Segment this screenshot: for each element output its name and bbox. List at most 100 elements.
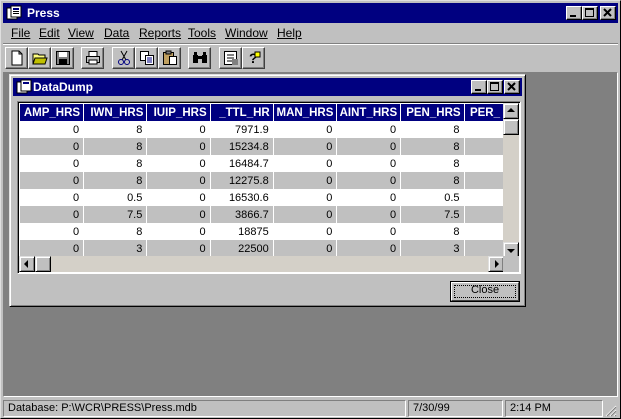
open-button[interactable] xyxy=(28,47,51,69)
title-bar[interactable]: Press xyxy=(3,3,618,23)
menu-view[interactable]: View xyxy=(68,26,94,40)
table-cell[interactable] xyxy=(464,223,503,240)
table-cell[interactable]: 0 xyxy=(146,240,211,257)
help-button[interactable]: ? xyxy=(242,47,265,69)
table-cell[interactable]: 7.5 xyxy=(83,206,147,223)
table-row[interactable]: 0 8 0 16484.7 0 0 8 xyxy=(20,155,504,172)
table-cell[interactable] xyxy=(464,206,504,223)
print-button[interactable] xyxy=(81,47,104,69)
table-cell[interactable]: 18875 xyxy=(210,223,273,240)
table-row[interactable]: 0 8 0 7971.9 0 0 8 xyxy=(20,121,504,138)
table-cell[interactable]: 7971.9 xyxy=(210,121,273,138)
table-cell[interactable]: 0.5 xyxy=(401,189,464,206)
table-row[interactable]: 0 3 0 22500 0 0 3 xyxy=(20,240,504,257)
table-cell[interactable] xyxy=(464,240,504,257)
table-cell[interactable]: 22500 xyxy=(210,240,274,257)
new-button[interactable] xyxy=(5,47,28,69)
properties-button[interactable] xyxy=(219,47,242,69)
table-cell[interactable]: 0 xyxy=(20,206,84,223)
app-icon[interactable] xyxy=(6,5,22,21)
table-cell[interactable]: 0 xyxy=(273,240,337,257)
table-cell[interactable]: 0 xyxy=(20,121,84,138)
maximize-button[interactable] xyxy=(582,6,598,20)
table-cell[interactable]: 0 xyxy=(20,172,84,189)
table-cell[interactable]: 3866.7 xyxy=(210,206,274,223)
menu-file[interactable]: File xyxy=(11,26,30,40)
resize-grip-icon[interactable] xyxy=(605,405,617,417)
table-cell[interactable]: 0 xyxy=(146,138,211,155)
table-cell[interactable]: 8 xyxy=(400,138,465,155)
table-cell[interactable]: 0 xyxy=(336,206,401,223)
table-cell[interactable]: 8 xyxy=(83,172,147,189)
table-cell[interactable] xyxy=(464,138,504,155)
child-app-icon[interactable] xyxy=(16,79,32,98)
paste-button[interactable] xyxy=(158,47,181,69)
table-cell[interactable]: 0 xyxy=(273,138,337,155)
child-minimize-button[interactable] xyxy=(471,80,487,94)
table-cell[interactable]: 3 xyxy=(83,240,147,257)
menu-window[interactable]: Window xyxy=(225,26,268,40)
menu-data[interactable]: Data xyxy=(104,26,129,40)
table-cell[interactable]: 0 xyxy=(20,138,84,155)
table-cell[interactable]: 3 xyxy=(400,240,465,257)
table-cell[interactable]: 0 xyxy=(336,240,401,257)
table-cell[interactable]: 0 xyxy=(273,121,337,138)
menu-reports[interactable]: Reports xyxy=(139,26,181,40)
table-cell[interactable] xyxy=(464,155,503,172)
close-button[interactable]: Close xyxy=(450,281,520,302)
table-cell[interactable]: 0.5 xyxy=(84,189,147,206)
scroll-right-button[interactable] xyxy=(488,256,504,272)
table-cell[interactable]: 8 xyxy=(84,155,147,172)
column-header[interactable]: IWN_HRS xyxy=(83,104,148,121)
table-cell[interactable]: 0 xyxy=(147,121,210,138)
table-cell[interactable]: 0 xyxy=(20,240,84,257)
table-cell[interactable]: 8 xyxy=(84,223,147,240)
cut-button[interactable] xyxy=(112,47,135,69)
table-cell[interactable]: 0 xyxy=(20,155,84,172)
find-button[interactable] xyxy=(188,47,211,69)
table-cell[interactable]: 0 xyxy=(273,189,337,206)
table-cell[interactable]: 8 xyxy=(83,138,147,155)
table-cell[interactable]: 0 xyxy=(146,206,211,223)
table-cell[interactable]: 0 xyxy=(337,223,401,240)
table-row[interactable]: 0 8 0 18875 0 0 8 xyxy=(20,223,504,240)
table-cell[interactable]: 0 xyxy=(336,138,401,155)
copy-button[interactable] xyxy=(135,47,158,69)
table-cell[interactable]: 8 xyxy=(401,155,464,172)
table-cell[interactable]: 0 xyxy=(336,172,401,189)
table-cell[interactable]: 0 xyxy=(273,155,337,172)
table-cell[interactable]: 0 xyxy=(20,189,84,206)
menu-edit[interactable]: Edit xyxy=(39,26,60,40)
scroll-left-button[interactable] xyxy=(19,256,35,272)
table-cell[interactable] xyxy=(464,121,503,138)
table-cell[interactable]: 0 xyxy=(20,223,84,240)
vertical-scroll-thumb[interactable] xyxy=(503,119,519,135)
column-header[interactable]: _TTL_HR xyxy=(210,104,274,121)
menu-help[interactable]: Help xyxy=(277,26,302,40)
table-row[interactable]: 0 8 0 12275.8 0 0 8 xyxy=(20,172,504,189)
table-cell[interactable]: 7.5 xyxy=(400,206,465,223)
table-row[interactable]: 0 8 0 15234.8 0 0 8 xyxy=(20,138,504,155)
table-cell[interactable]: 0 xyxy=(147,155,210,172)
horizontal-scroll-thumb[interactable] xyxy=(35,256,51,272)
table-cell[interactable]: 0 xyxy=(337,155,401,172)
column-header[interactable]: PEN_HRS xyxy=(400,104,465,121)
menu-tools[interactable]: Tools xyxy=(188,26,216,40)
table-cell[interactable] xyxy=(464,172,504,189)
column-header[interactable]: MAN_HRS xyxy=(273,104,338,121)
table-cell[interactable]: 16484.7 xyxy=(210,155,273,172)
table-cell[interactable]: 0 xyxy=(273,223,337,240)
table-cell[interactable]: 12275.8 xyxy=(210,172,274,189)
vertical-scrollbar[interactable] xyxy=(503,103,519,258)
table-cell[interactable]: 8 xyxy=(401,121,464,138)
column-header[interactable]: AINT_HRS xyxy=(336,104,402,121)
table-cell[interactable]: 8 xyxy=(401,223,464,240)
table-cell[interactable]: 15234.8 xyxy=(210,138,274,155)
table-cell[interactable]: 0 xyxy=(273,206,337,223)
column-header[interactable]: IUIP_HRS xyxy=(146,104,211,121)
column-header[interactable]: PER_ xyxy=(464,104,504,121)
table-cell[interactable]: 0 xyxy=(147,223,210,240)
table-cell[interactable]: 0 xyxy=(147,189,210,206)
column-header[interactable]: AMP_HRS xyxy=(20,104,85,121)
table-cell[interactable]: 8 xyxy=(84,121,147,138)
